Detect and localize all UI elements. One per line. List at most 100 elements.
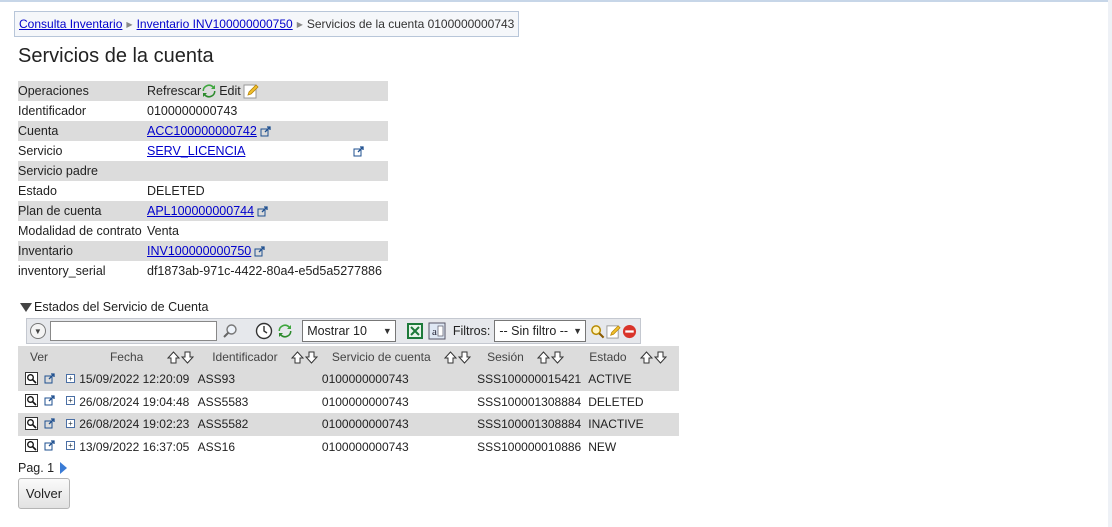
filter-remove-icon[interactable] bbox=[622, 322, 637, 340]
collapse-triangle-icon[interactable] bbox=[20, 302, 32, 312]
sort-arrows-icon[interactable] bbox=[166, 351, 194, 364]
cell-estado: NEW bbox=[588, 439, 617, 454]
page-size-select[interactable]: Mostrar 10 ▼ bbox=[302, 320, 396, 342]
cell-estado: ACTIVE bbox=[581, 368, 679, 391]
cell-identificador: ASS16 bbox=[197, 439, 235, 454]
column-header-fecha[interactable]: Fecha bbox=[79, 346, 198, 368]
detail-value: DELETED bbox=[147, 184, 205, 198]
external-link-icon[interactable] bbox=[257, 205, 268, 217]
detail-label: inventory_serial bbox=[18, 264, 106, 278]
refresh-icon[interactable] bbox=[201, 83, 217, 99]
table-row[interactable]: + 13/09/2022 16:37:05 ASS16 010000000074… bbox=[18, 436, 679, 459]
cell-servicio: 0100000000743 bbox=[319, 368, 476, 391]
search-icon[interactable] bbox=[221, 322, 239, 340]
chevron-down-icon[interactable]: ▼ bbox=[30, 323, 46, 339]
cell-estado: DELETED bbox=[588, 394, 644, 409]
external-link-icon[interactable] bbox=[353, 145, 365, 157]
expand-plus-icon[interactable]: + bbox=[66, 441, 75, 451]
cell-sesion: SSS100000010886 bbox=[477, 439, 582, 454]
excel-export-icon[interactable] bbox=[406, 322, 424, 340]
cell-servicio: 0100000000743 bbox=[319, 413, 476, 436]
detail-label: Operaciones bbox=[18, 84, 89, 98]
inventario-link[interactable]: INV100000000750 bbox=[147, 244, 251, 258]
view-magnifier-icon[interactable] bbox=[25, 416, 38, 430]
breadcrumb-inventario[interactable]: Inventario INV100000000750 bbox=[137, 17, 293, 31]
edit-link[interactable]: Edit bbox=[219, 84, 241, 98]
cell-sesion: SSS100000015421 bbox=[475, 368, 582, 391]
clock-icon[interactable] bbox=[255, 322, 273, 340]
external-link-icon[interactable] bbox=[44, 395, 55, 406]
view-magnifier-icon[interactable] bbox=[25, 371, 38, 385]
text-export-icon[interactable]: a bbox=[428, 322, 446, 340]
sort-arrows-icon[interactable] bbox=[537, 351, 565, 364]
filter-select[interactable]: -- Sin filtro -- ▼ bbox=[494, 320, 587, 342]
external-link-icon[interactable] bbox=[44, 440, 55, 451]
column-header-servicio[interactable]: Servicio de cuenta bbox=[319, 346, 476, 368]
breadcrumb-consulta-inventario[interactable]: Consulta Inventario bbox=[19, 17, 122, 31]
breadcrumb: Consulta Inventario ▶ Inventario INV1000… bbox=[14, 11, 520, 37]
detail-label: Estado bbox=[18, 184, 57, 198]
external-link-icon[interactable] bbox=[254, 245, 265, 257]
detail-row-estado: Estado DELETED bbox=[18, 181, 388, 201]
section-toggle[interactable]: Estados del Servicio de Cuenta bbox=[20, 300, 208, 314]
column-header-ver: Ver bbox=[18, 346, 80, 368]
detail-row-serial: inventory_serial df1873ab-971c-4422-80a4… bbox=[18, 261, 388, 281]
detail-row-identificador: Identificador 0100000000743 bbox=[18, 101, 388, 121]
servicio-link[interactable]: SERV_LICENCIA bbox=[147, 144, 245, 158]
column-header-estado[interactable]: Estado bbox=[581, 346, 679, 368]
external-link-icon[interactable] bbox=[44, 373, 55, 384]
table-row[interactable]: + 26/08/2024 19:04:48 ASS5583 0100000000… bbox=[18, 391, 679, 414]
column-label: Fecha bbox=[109, 349, 144, 364]
next-page-icon[interactable] bbox=[60, 462, 68, 474]
column-header-identificador[interactable]: Identificador bbox=[197, 346, 320, 368]
plan-link[interactable]: APL100000000744 bbox=[147, 204, 254, 218]
svg-text:a: a bbox=[432, 326, 437, 338]
detail-label: Plan de cuenta bbox=[18, 204, 102, 218]
column-label: Sesión bbox=[487, 349, 524, 364]
estados-table: Ver Fecha Identificador Servicio de cuen… bbox=[18, 346, 679, 458]
expand-plus-icon[interactable]: + bbox=[66, 396, 75, 406]
cell-fecha: 13/09/2022 16:37:05 bbox=[79, 439, 190, 454]
sort-arrows-icon[interactable] bbox=[443, 351, 471, 364]
external-link-icon[interactable] bbox=[260, 125, 271, 137]
refresh-icon[interactable] bbox=[277, 322, 295, 340]
detail-value: 0100000000743 bbox=[147, 104, 238, 118]
pencil-icon[interactable] bbox=[243, 83, 259, 99]
cell-estado: INACTIVE bbox=[581, 413, 679, 436]
expand-plus-icon[interactable]: + bbox=[66, 418, 75, 428]
table-row[interactable]: + 15/09/2022 12:20:09 ASS93 010000000074… bbox=[18, 368, 679, 391]
chevron-down-icon: ▼ bbox=[573, 326, 583, 336]
cell-fecha: 15/09/2022 12:20:09 bbox=[79, 368, 198, 391]
cell-identificador: ASS93 bbox=[197, 368, 320, 391]
expand-plus-icon[interactable]: + bbox=[66, 373, 75, 383]
column-label: Ver bbox=[30, 350, 49, 364]
filters-label: Filtros: bbox=[452, 324, 491, 338]
search-input[interactable] bbox=[49, 321, 218, 341]
filter-edit-icon[interactable] bbox=[606, 322, 621, 340]
sort-arrows-icon[interactable] bbox=[639, 351, 667, 364]
filter-search-icon[interactable] bbox=[590, 322, 605, 340]
detail-value: df1873ab-971c-4422-80a4-e5d5a5277886 bbox=[147, 264, 382, 278]
table-row[interactable]: + 26/08/2024 19:02:23 ASS5582 0100000000… bbox=[18, 413, 679, 436]
back-button[interactable]: Volver bbox=[18, 478, 70, 509]
external-link-icon[interactable] bbox=[44, 418, 55, 429]
column-label: Identificador bbox=[212, 349, 278, 364]
cell-identificador: ASS5582 bbox=[197, 413, 320, 436]
sort-arrows-icon[interactable] bbox=[290, 351, 318, 364]
column-header-sesion[interactable]: Sesión bbox=[475, 346, 582, 368]
view-magnifier-icon[interactable] bbox=[25, 394, 38, 408]
top-border bbox=[0, 0, 1112, 2]
view-magnifier-icon[interactable] bbox=[25, 439, 38, 453]
cell-sesion: SSS100001308884 bbox=[477, 394, 582, 409]
breadcrumb-current: Servicios de la cuenta 0100000000743 bbox=[306, 17, 515, 31]
chevron-right-icon: ▶ bbox=[296, 19, 303, 29]
refresh-link[interactable]: Refrescar bbox=[147, 84, 201, 98]
chevron-down-icon: ▼ bbox=[382, 326, 392, 336]
detail-label: Servicio bbox=[18, 144, 63, 158]
filter-value: -- Sin filtro -- bbox=[499, 324, 569, 338]
cuenta-link[interactable]: ACC100000000742 bbox=[147, 124, 257, 138]
detail-label: Identificador bbox=[18, 104, 87, 118]
right-edge bbox=[1108, 0, 1112, 527]
detail-label: Servicio padre bbox=[18, 164, 98, 178]
detail-row-operaciones: Operaciones Refrescar Edit bbox=[18, 81, 388, 101]
